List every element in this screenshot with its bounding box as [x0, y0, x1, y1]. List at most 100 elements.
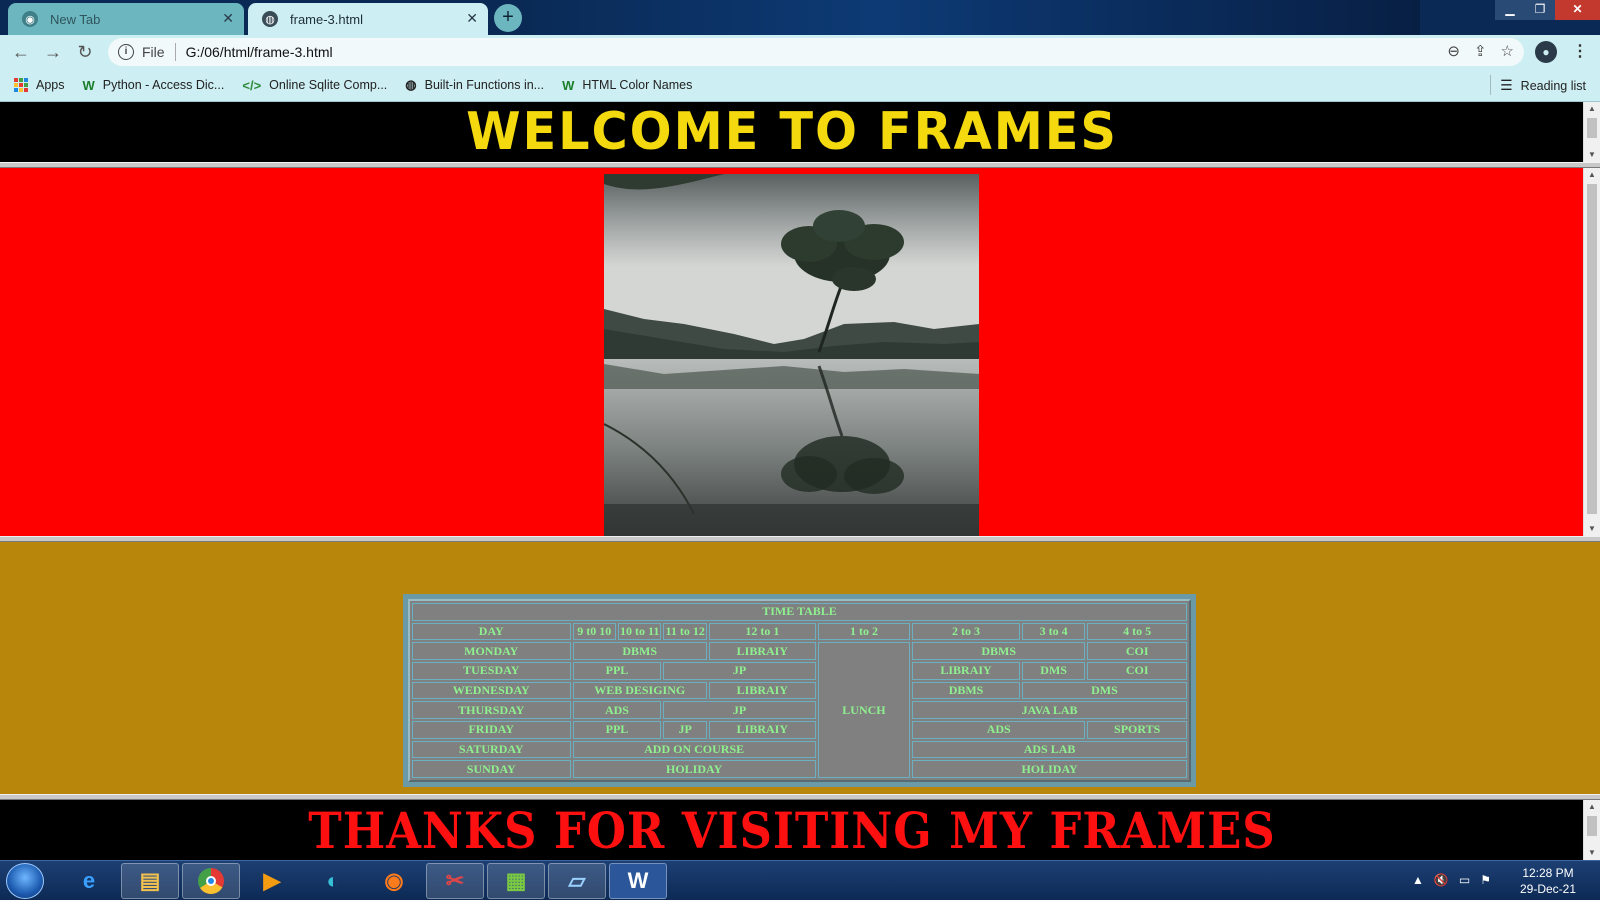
- network-icon[interactable]: ▭: [1459, 873, 1470, 887]
- table-row: TUESDAY PPL JP LIBRAIY DMS COI: [412, 661, 1187, 680]
- scroll-up-icon[interactable]: ▲: [1584, 102, 1600, 116]
- show-hidden-icons-icon[interactable]: ▲: [1412, 873, 1424, 887]
- table-cell: DBMS: [912, 642, 1086, 660]
- reading-list-label: Reading list: [1520, 78, 1586, 93]
- forward-button[interactable]: →: [42, 41, 64, 63]
- table-cell: LIBRAIY: [708, 681, 816, 700]
- table-cell: LIBRAIY: [912, 661, 1020, 680]
- scroll-thumb[interactable]: [1587, 816, 1597, 836]
- close-icon[interactable]: ✕: [466, 10, 478, 27]
- info-icon[interactable]: i: [118, 44, 134, 60]
- reload-button[interactable]: ↻: [74, 41, 96, 63]
- back-button[interactable]: ←: [10, 41, 32, 63]
- clock-date: 29-Dec-21: [1519, 882, 1577, 896]
- table-cell: PPL: [572, 720, 662, 739]
- table-cell: DBMS: [572, 642, 707, 660]
- scroll-down-icon[interactable]: ▼: [1584, 846, 1600, 860]
- taskbar: e ▤ ▶ ◐ ◉ ✂ ▦ ▱ W ▲ 🔇 ▭ ⚑ 12:28 PM 29-De…: [0, 860, 1600, 900]
- reading-list-button[interactable]: ☰ Reading list: [1500, 77, 1586, 94]
- address-bar[interactable]: i File G:/06/html/frame-3.html ⊖ ⇪ ☆: [108, 38, 1524, 66]
- window-close-button[interactable]: ✕: [1555, 0, 1600, 20]
- scroll-up-icon[interactable]: ▲: [1584, 800, 1600, 814]
- scroll-thumb[interactable]: [1587, 184, 1597, 514]
- table-row: WEDNESDAY WEB DESIGING LIBRAIY DBMS DMS: [412, 681, 1187, 700]
- restore-button[interactable]: ❐: [1525, 0, 1555, 20]
- volume-muted-icon[interactable]: 🔇: [1434, 873, 1449, 887]
- omnibox-actions: ⊖ ⇪ ☆: [1447, 42, 1514, 60]
- image-frame-scrollbar[interactable]: ▲ ▼: [1583, 168, 1600, 536]
- snipping-tool-icon[interactable]: ✂: [426, 863, 484, 899]
- new-tab-button[interactable]: +: [494, 4, 522, 32]
- header-cell: 11 to 12: [663, 622, 707, 641]
- table-cell: PPL: [572, 661, 662, 680]
- bookmark-html-colors[interactable]: W HTML Color Names: [562, 78, 692, 93]
- timetable-caption: TIME TABLE: [412, 603, 1187, 621]
- scroll-down-icon[interactable]: ▼: [1584, 522, 1600, 536]
- table-cell: LIBRAIY: [708, 720, 816, 739]
- globe-icon: ◍: [405, 77, 417, 92]
- day-cell: TUESDAY: [412, 661, 571, 680]
- zoom-icon[interactable]: ⊖: [1447, 42, 1460, 60]
- table-cell: SPORTS: [1087, 720, 1187, 739]
- action-center-flag-icon[interactable]: ⚑: [1480, 873, 1491, 887]
- profile-avatar[interactable]: ●: [1535, 41, 1557, 63]
- share-icon[interactable]: ⇪: [1474, 42, 1487, 60]
- firefox-icon[interactable]: ◉: [365, 863, 423, 899]
- start-button[interactable]: [6, 863, 44, 899]
- bookmark-apps[interactable]: Apps: [14, 78, 65, 92]
- header-cell: 4 to 5: [1087, 622, 1187, 641]
- bookmark-label: Built-in Functions in...: [424, 78, 545, 92]
- table-row: SUNDAY HOLIDAY HOLIDAY: [412, 760, 1187, 778]
- url-text[interactable]: G:/06/html/frame-3.html: [186, 44, 333, 60]
- file-explorer-icon[interactable]: ▤: [121, 863, 179, 899]
- scroll-thumb[interactable]: [1587, 118, 1597, 138]
- timetable-container: TIME TABLE DAY 9 t0 10 10 to 11 11 to 12…: [403, 594, 1196, 787]
- table-cell: ADS: [912, 720, 1086, 739]
- media-player-icon[interactable]: ▶: [243, 863, 301, 899]
- tab-frame-3[interactable]: ◍ frame-3.html ✕: [248, 3, 488, 35]
- table-cell: ADS: [572, 701, 662, 719]
- taskbar-clock[interactable]: 12:28 PM 29-Dec-21: [1508, 865, 1588, 897]
- tab-label: New Tab: [50, 11, 101, 27]
- table-cell: JP: [663, 661, 816, 680]
- close-icon[interactable]: ✕: [222, 10, 234, 27]
- browser-toolbar: ← → ↻ i File G:/06/html/frame-3.html ⊖ ⇪…: [0, 35, 1600, 69]
- day-cell: FRIDAY: [412, 720, 571, 739]
- notepad-icon[interactable]: ▱: [548, 863, 606, 899]
- table-cell: DMS: [1021, 681, 1187, 700]
- task-app-icon[interactable]: ▦: [487, 863, 545, 899]
- table-cell: COI: [1087, 642, 1187, 660]
- word-icon[interactable]: W: [609, 863, 667, 899]
- chrome-icon[interactable]: [182, 863, 240, 899]
- header-cell: DAY: [412, 622, 571, 641]
- star-icon[interactable]: ☆: [1501, 42, 1514, 60]
- table-cell: HOLIDAY: [912, 760, 1187, 778]
- scroll-down-icon[interactable]: ▼: [1584, 148, 1600, 162]
- system-tray: ▲ 🔇 ▭ ⚑: [1412, 873, 1491, 887]
- table-cell: JAVA LAB: [912, 701, 1187, 719]
- scheme-label: File: [142, 44, 165, 60]
- table-cell: JP: [663, 720, 707, 739]
- image-frame: ▲ ▼: [0, 168, 1600, 536]
- timetable-frame: TIME TABLE DAY 9 t0 10 10 to 11 11 to 12…: [0, 542, 1600, 794]
- tab-new-tab[interactable]: ◉ New Tab ✕: [8, 3, 244, 35]
- timetable: TIME TABLE DAY 9 t0 10 10 to 11 11 to 12…: [408, 599, 1191, 782]
- bookmark-python[interactable]: W Python - Access Dic...: [83, 78, 225, 93]
- day-cell: MONDAY: [412, 642, 571, 660]
- internet-explorer-icon[interactable]: e: [60, 863, 118, 899]
- clock-time: 12:28 PM: [1522, 866, 1574, 880]
- bookmark-sqlite[interactable]: </> Online Sqlite Comp...: [242, 78, 387, 93]
- edge-icon[interactable]: ◐: [304, 863, 362, 899]
- header-cell: 10 to 11: [617, 622, 662, 641]
- day-cell: THURSDAY: [412, 701, 571, 719]
- minimize-button[interactable]: ▁: [1495, 0, 1525, 20]
- bookmark-builtin[interactable]: ◍ Built-in Functions in...: [405, 77, 544, 93]
- table-cell: ADD ON COURSE: [572, 740, 816, 759]
- table-cell: DMS: [1021, 661, 1086, 680]
- tab-strip: ◉ New Tab ✕ ◍ frame-3.html ✕ + ▁ ❐ ✕: [0, 0, 1600, 35]
- lake-tree-photo: [604, 174, 979, 536]
- header-scrollbar[interactable]: ▲ ▼: [1583, 102, 1600, 162]
- scroll-up-icon[interactable]: ▲: [1584, 168, 1600, 182]
- footer-scrollbar[interactable]: ▲ ▼: [1583, 800, 1600, 860]
- menu-icon[interactable]: ⋮: [1572, 41, 1588, 61]
